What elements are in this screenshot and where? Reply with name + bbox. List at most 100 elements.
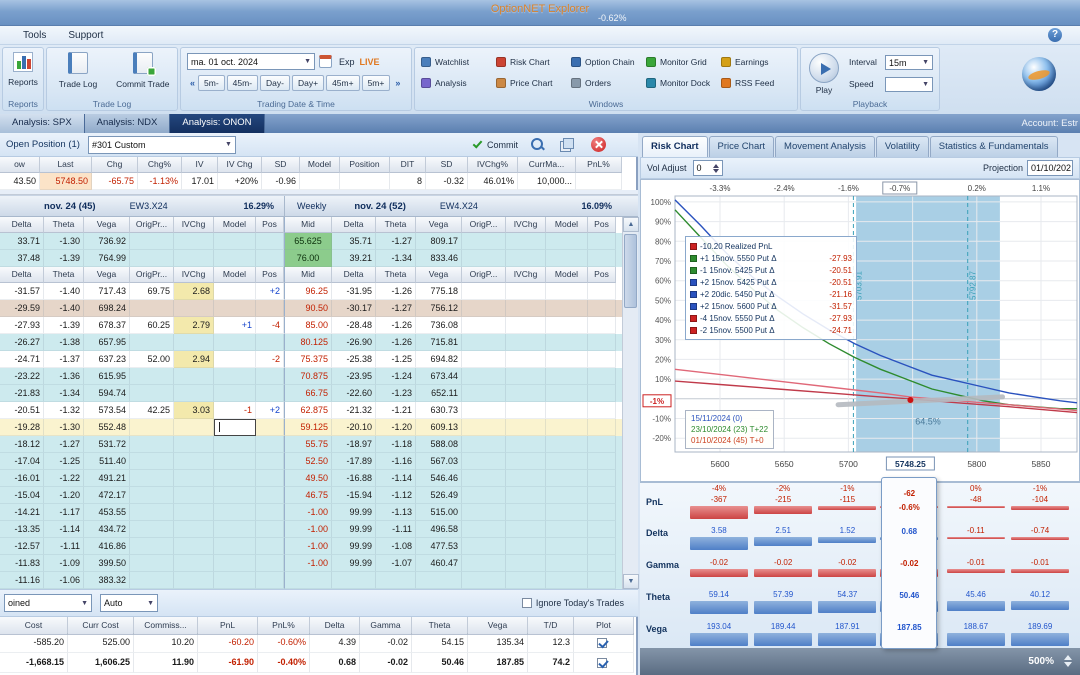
chain-cell[interactable] [546,317,588,334]
chain-cell[interactable]: -1 [214,402,256,419]
chain-cell[interactable]: 3.03 [174,402,214,419]
chain-cell[interactable]: 694.82 [416,351,462,368]
chain-cell[interactable]: 2.68 [174,283,214,300]
chain-cell[interactable] [214,300,256,317]
totals-cell[interactable]: 11.90 [134,653,198,673]
chain-cell[interactable]: -1.11 [44,538,84,555]
chain-cell[interactable] [546,334,588,351]
chain-cell[interactable]: -1.30 [44,233,84,250]
chain-cell[interactable]: 615.95 [84,368,130,385]
chain-cell[interactable]: 736.08 [416,317,462,334]
chain-cell[interactable] [506,419,546,436]
chain-cell[interactable] [214,385,256,402]
chain-cell[interactable] [506,300,546,317]
combined-mode-select[interactable]: oined ▼ [4,594,92,612]
chain-cell[interactable]: 515.00 [416,504,462,521]
chain-cell[interactable]: -1.40 [44,300,84,317]
chain-cell[interactable] [546,521,588,538]
chain-cell[interactable] [506,555,546,572]
chain-cell[interactable] [256,233,284,250]
chain-cell[interactable]: -1.14 [376,470,416,487]
summary-cell[interactable]: 5748.50 [40,173,92,190]
chain-cell[interactable]: 76.00 [284,250,332,267]
chain-cell[interactable] [506,572,546,589]
chain-cell[interactable]: -22.60 [332,385,376,402]
chain-cell[interactable]: -1.23 [376,385,416,402]
summary-cell[interactable] [576,173,622,190]
chain-cell[interactable] [462,487,506,504]
chain-cell[interactable]: -1.00 [284,504,332,521]
chain-cell[interactable] [506,436,546,453]
chain-cell[interactable]: 60.25 [130,317,174,334]
chain-cell[interactable]: -1.27 [44,436,84,453]
chain-cell[interactable]: 678.37 [84,317,130,334]
chain-cell[interactable] [256,453,284,470]
chain-cell[interactable] [462,334,506,351]
chain-cell[interactable] [462,572,506,589]
chain-cell[interactable] [416,572,462,589]
chain-cell[interactable]: 630.73 [416,402,462,419]
chain-cell[interactable] [546,538,588,555]
chain-cell[interactable] [256,385,284,402]
chain-cell[interactable] [214,555,256,572]
chain-cell[interactable] [588,250,616,267]
chain-cell[interactable] [546,555,588,572]
totals-cell[interactable]: 54.15 [412,633,468,653]
chain-cell[interactable] [588,419,616,436]
chain-cell[interactable] [130,436,174,453]
chain-cell[interactable]: +2 [256,283,284,300]
chain-cell[interactable]: -1.36 [44,368,84,385]
interval-select[interactable]: 15m ▼ [885,55,933,70]
window-toggle-watchlist[interactable]: Watchlist [419,54,494,70]
chain-cell[interactable]: -16.88 [332,470,376,487]
chain-cell[interactable]: +1 [214,317,256,334]
scroll-down-icon[interactable]: ▼ [623,574,639,589]
chain-cell[interactable]: 434.72 [84,521,130,538]
option-row[interactable]: -23.22 -1.36 615.95 70.875 -23.95 -1.24 673.44 [0,368,622,385]
chain-cell[interactable] [546,250,588,267]
chain-cell[interactable] [546,487,588,504]
chain-cell[interactable]: -2 [256,351,284,368]
chain-cell[interactable] [588,385,616,402]
chain-cell[interactable]: -23.22 [0,368,44,385]
summary-cell[interactable]: +20% [218,173,262,190]
chain-cell[interactable]: 42.25 [130,402,174,419]
chain-cell[interactable]: 698.24 [84,300,130,317]
expiration-header-right[interactable]: Weekly nov. 24 (52) EW4.X24 16.09% [284,196,622,216]
nav-step-button[interactable]: 45m- [226,75,259,91]
chain-cell[interactable] [546,453,588,470]
chain-cell[interactable]: -17.04 [0,453,44,470]
chain-cell[interactable]: -4 [256,317,284,334]
speed-select[interactable]: ▼ [885,77,933,92]
chain-cell[interactable] [284,572,332,589]
totals-cell[interactable]: -0.40% [258,653,310,673]
chain-cell[interactable] [462,453,506,470]
totals-cell[interactable]: -0.60% [258,633,310,653]
option-row[interactable]: -17.04 -1.25 511.40 52.50 -17.89 -1.16 567.03 [0,453,622,470]
chain-cell[interactable] [546,233,588,250]
nav-step-button[interactable]: 5m- [198,75,225,91]
chain-cell[interactable]: -26.27 [0,334,44,351]
summary-cell[interactable]: 8 [390,173,426,190]
chain-cell[interactable] [130,300,174,317]
summary-value-row[interactable]: 43.50 5748.50 -65.75 -1.13% 17.01 +20% -0.96 8-… [0,173,638,190]
chain-cell[interactable] [546,504,588,521]
chain-cell[interactable] [506,453,546,470]
chain-cell[interactable]: 609.13 [416,419,462,436]
chain-cell[interactable] [506,521,546,538]
chain-cell[interactable]: 62.875 [284,402,332,419]
chain-cell[interactable]: 39.21 [332,250,376,267]
chain-cell[interactable]: -30.17 [332,300,376,317]
copy-layers-icon[interactable] [559,137,574,152]
chevron-down-icon[interactable]: ▼ [222,141,232,148]
chain-cell[interactable]: 80.125 [284,334,332,351]
chain-cell[interactable] [376,572,416,589]
summary-cell[interactable]: -65.75 [92,173,138,190]
chain-cell[interactable]: 2.79 [174,317,214,334]
chain-cell[interactable] [588,436,616,453]
expiration-header-left[interactable]: nov. 24 (45) EW3.X24 16.29% [0,196,284,216]
chain-cell[interactable] [256,470,284,487]
chain-cell[interactable]: 673.44 [416,368,462,385]
totals-row[interactable]: -585.20 525.00 10.20 -60.20 -0.60% 4.39 -0.02 5… [0,633,638,653]
chain-cell[interactable]: -1.12 [376,487,416,504]
